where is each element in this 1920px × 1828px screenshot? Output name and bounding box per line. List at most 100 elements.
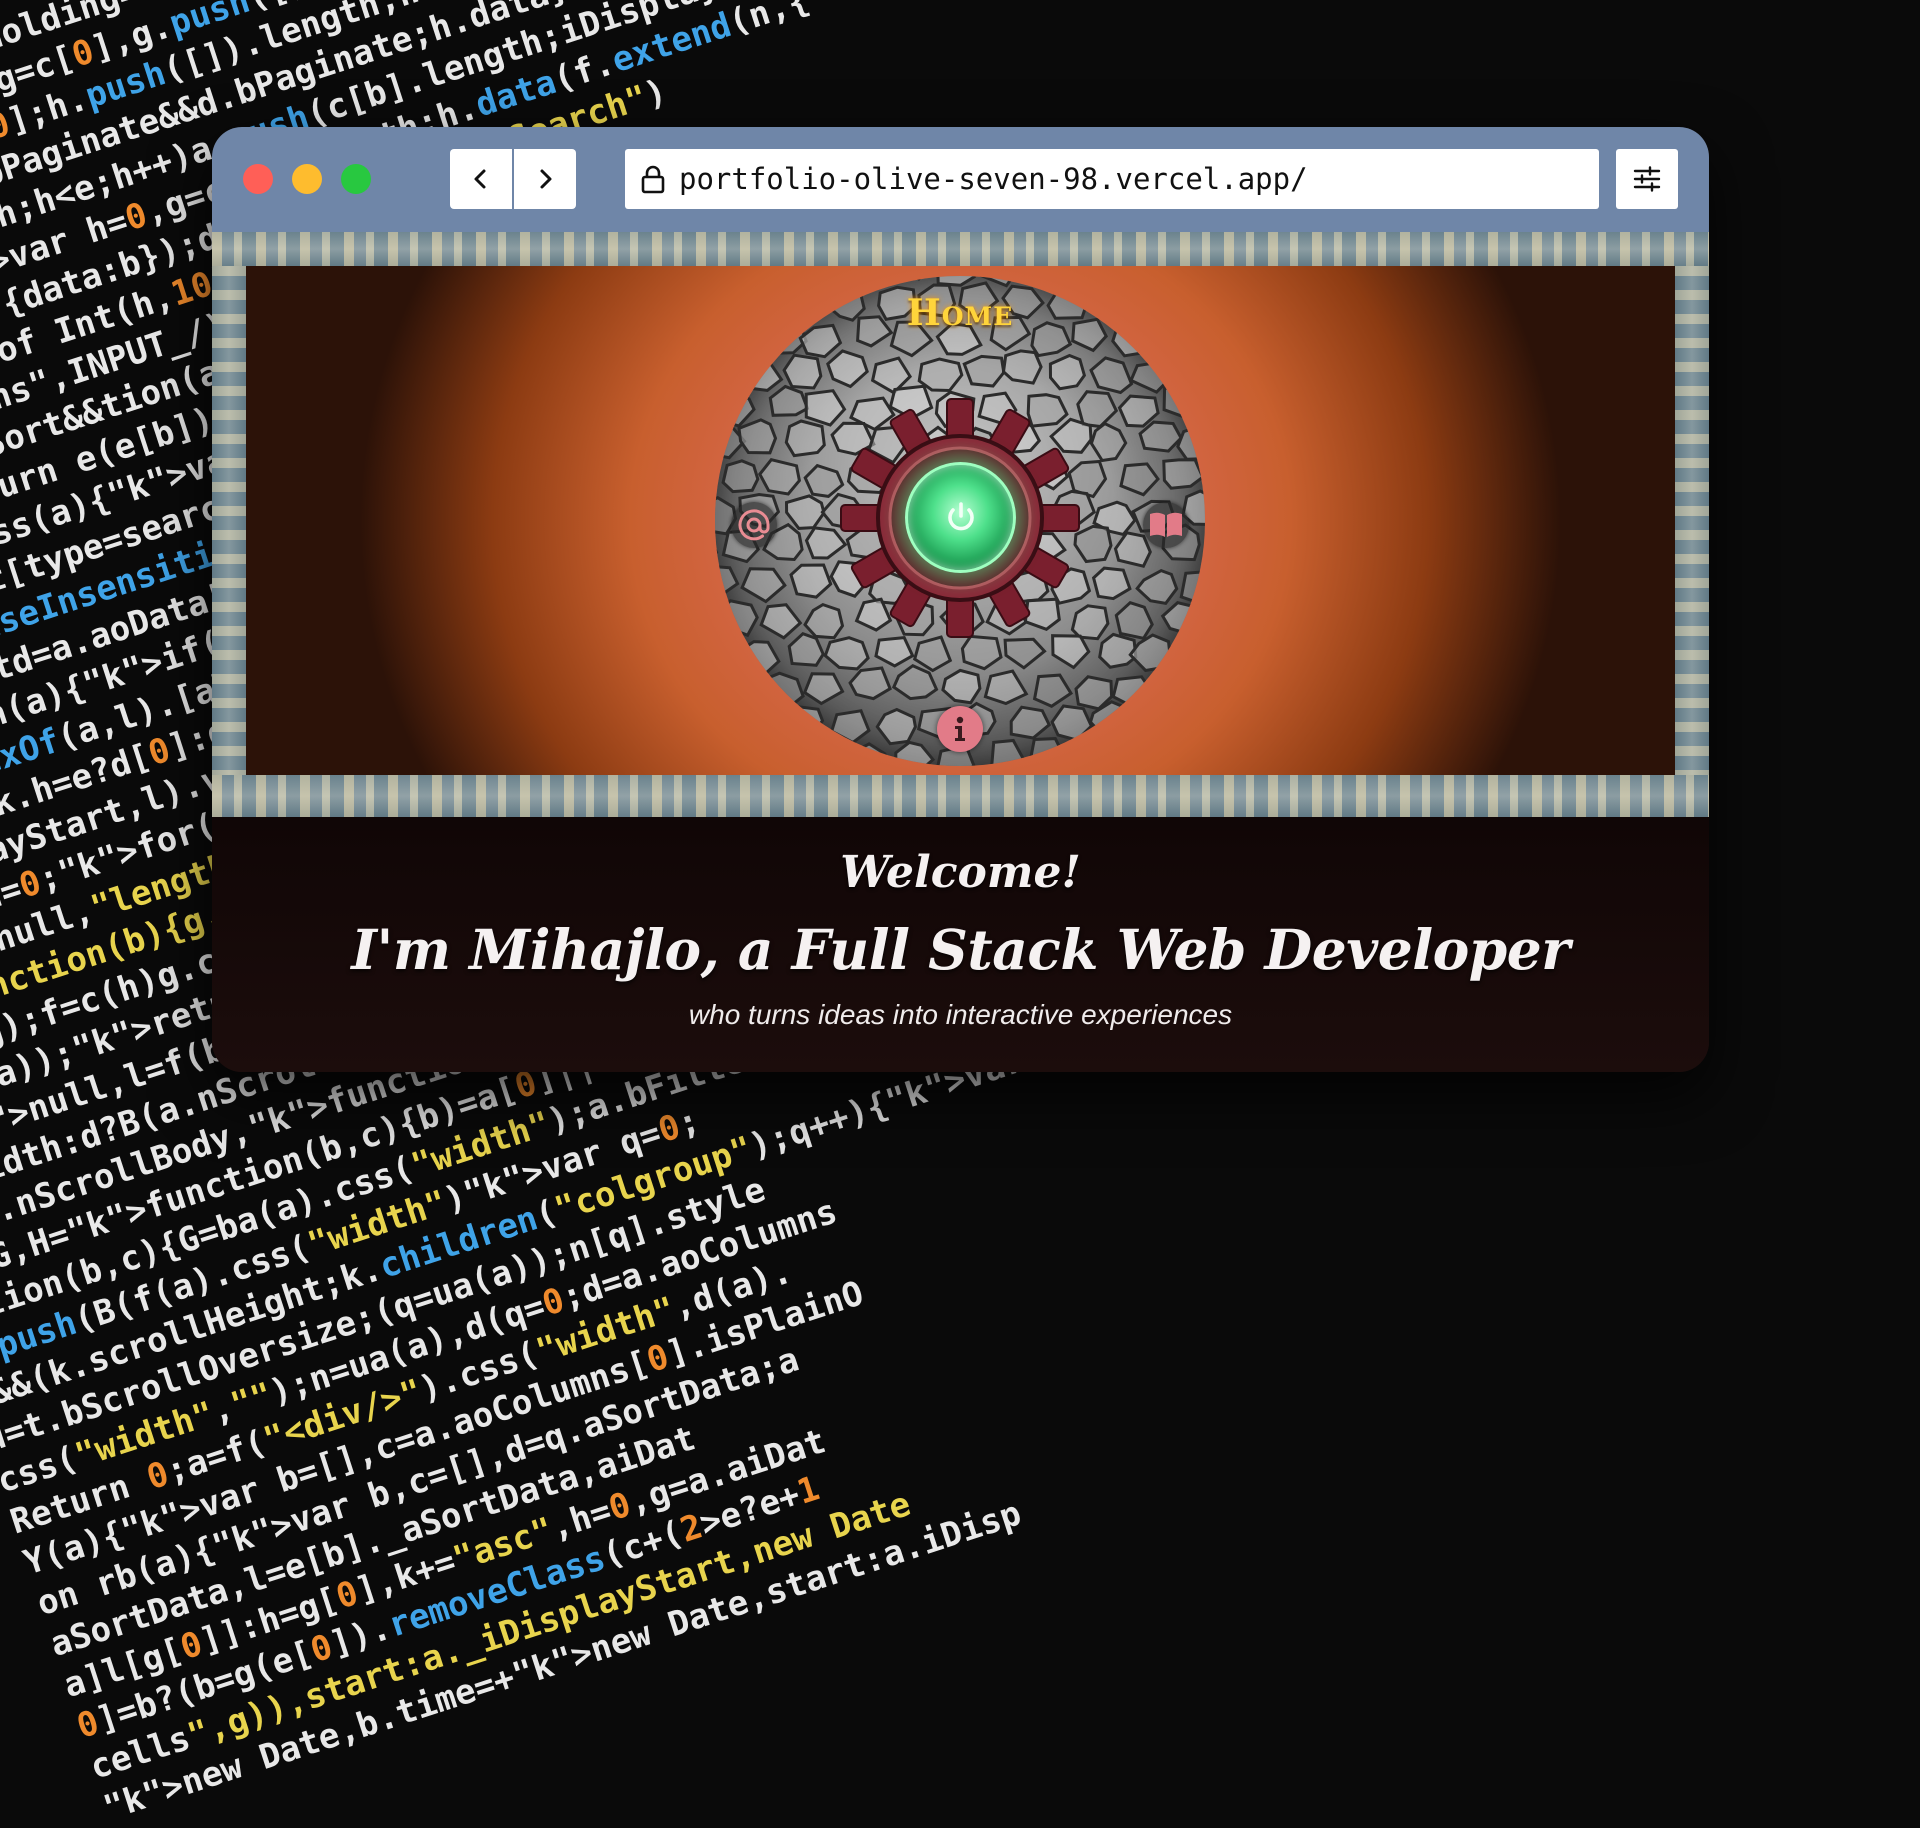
- stone-tile: [1157, 675, 1204, 710]
- contact-nav-button[interactable]: [731, 502, 777, 548]
- stone-tile: [990, 738, 1028, 766]
- welcome-heading: Welcome!: [840, 847, 1081, 898]
- stone-tile: [1162, 386, 1205, 419]
- address-bar[interactable]: portfolio-olive-seven-98.vercel.app/: [625, 149, 1599, 209]
- stone-tile: [716, 599, 759, 638]
- back-button[interactable]: [450, 149, 512, 209]
- stone-tile: [765, 746, 803, 766]
- stone-tile: [715, 753, 723, 766]
- stone-tile: [735, 640, 781, 675]
- browser-window: portfolio-olive-seven-98.vercel.app/ Hom…: [212, 127, 1709, 1072]
- close-window-button[interactable]: [243, 164, 273, 194]
- stone-tile: [1164, 276, 1198, 284]
- stone-tile: [1182, 357, 1205, 390]
- stone-tile: [787, 631, 825, 667]
- stone-tile: [1111, 675, 1157, 710]
- stone-tile: [1114, 601, 1154, 640]
- stone-tile: [759, 603, 803, 640]
- stone-tile: [983, 669, 1029, 706]
- stone-tile: [1032, 673, 1074, 709]
- stone-tile: [1162, 741, 1205, 766]
- forward-button[interactable]: [514, 149, 576, 209]
- book-icon: [1150, 512, 1182, 537]
- stone-tile: [1135, 568, 1179, 606]
- stone-tile: [1138, 420, 1183, 453]
- stone-tile: [1160, 601, 1205, 635]
- stone-tile: [1064, 742, 1111, 766]
- stone-tile: [715, 389, 756, 428]
- stone-tile: [719, 739, 764, 766]
- stone-tile: [1176, 425, 1205, 461]
- stone-tile: [1186, 708, 1205, 740]
- chevron-right-icon: [540, 169, 552, 189]
- stone-tile: [1128, 633, 1172, 673]
- menu-title: Home: [906, 292, 1014, 334]
- stone-tile: [1202, 681, 1205, 703]
- stone-tile: [784, 419, 826, 458]
- stone-tile: [1113, 531, 1152, 568]
- stone-tile: [1091, 566, 1132, 601]
- stone-tile: [815, 276, 843, 281]
- stone-tile: [848, 666, 892, 701]
- url-text: portfolio-olive-seven-98.vercel.app/: [679, 162, 1308, 196]
- power-button[interactable]: [905, 462, 1016, 573]
- stone-tile: [1116, 276, 1146, 286]
- settings-menu-button[interactable]: [1616, 149, 1678, 209]
- stone-tile: [1028, 737, 1067, 766]
- frame-bottom-border: [212, 775, 1709, 817]
- stone-tile: [858, 276, 884, 283]
- stone-tile: [784, 494, 826, 530]
- stone-tile: [782, 353, 823, 390]
- stone-tile: [1113, 739, 1159, 766]
- about-nav-button[interactable]: [937, 706, 983, 752]
- stone-tile: [891, 663, 939, 701]
- stone-tile: [737, 707, 781, 739]
- ornate-frame: Home: [212, 232, 1709, 817]
- hero-headline: I'm Mihajlo, a Full Stack Web Developer: [351, 917, 1570, 982]
- hero-subline: who turns ideas into interactive experie…: [688, 999, 1233, 1030]
- stone-tile: [721, 459, 760, 494]
- stone-tile: [826, 349, 869, 389]
- frame-top-border: [212, 232, 1709, 266]
- stone-tile: [801, 737, 843, 766]
- stone-tile: [941, 668, 982, 705]
- at-sign-icon: [738, 509, 770, 541]
- stone-tile: [715, 673, 757, 709]
- stone-tile: [848, 742, 891, 766]
- stone-tile: [760, 671, 805, 711]
- stone-tile: [1050, 704, 1094, 742]
- stone-tile: [802, 672, 845, 706]
- stone-tile: [1089, 421, 1128, 463]
- maximize-window-button[interactable]: [341, 164, 371, 194]
- stone-tile: [715, 628, 737, 668]
- frame-left-border: [212, 266, 246, 775]
- stone-tile: [962, 354, 1006, 388]
- chevron-left-icon: [474, 169, 486, 189]
- minimize-window-button[interactable]: [292, 164, 322, 194]
- browser-titlebar: portfolio-olive-seven-98.vercel.app/: [212, 127, 1709, 232]
- stone-tile: [740, 567, 787, 604]
- stone-tile: [1098, 632, 1138, 669]
- info-icon: [955, 716, 965, 741]
- stone-tile: [737, 418, 778, 455]
- stone-tile: [715, 545, 719, 557]
- stone-tile: [1003, 637, 1047, 670]
- stone-tile: [1162, 458, 1205, 490]
- stone-tile: [768, 384, 810, 417]
- stone-tile: [715, 707, 741, 745]
- stone-tile: [715, 565, 740, 599]
- stone-tile: [1024, 276, 1055, 281]
- stone-tile: [910, 276, 924, 281]
- stone-tile: [1179, 570, 1205, 606]
- stone-menu-disc: Home: [715, 276, 1205, 766]
- stone-tile: [894, 740, 936, 766]
- stone-tile: [1140, 713, 1182, 746]
- stone-tile: [1119, 462, 1160, 497]
- stone-tile: [789, 563, 833, 599]
- stone-tile: [762, 276, 799, 287]
- hero-section: Welcome! I'm Mihajlo, a Full Stack Web D…: [212, 817, 1709, 1072]
- stone-tile: [739, 357, 784, 392]
- projects-nav-button[interactable]: [1143, 502, 1189, 548]
- lock-icon: [637, 163, 669, 195]
- stone-tile: [917, 357, 964, 393]
